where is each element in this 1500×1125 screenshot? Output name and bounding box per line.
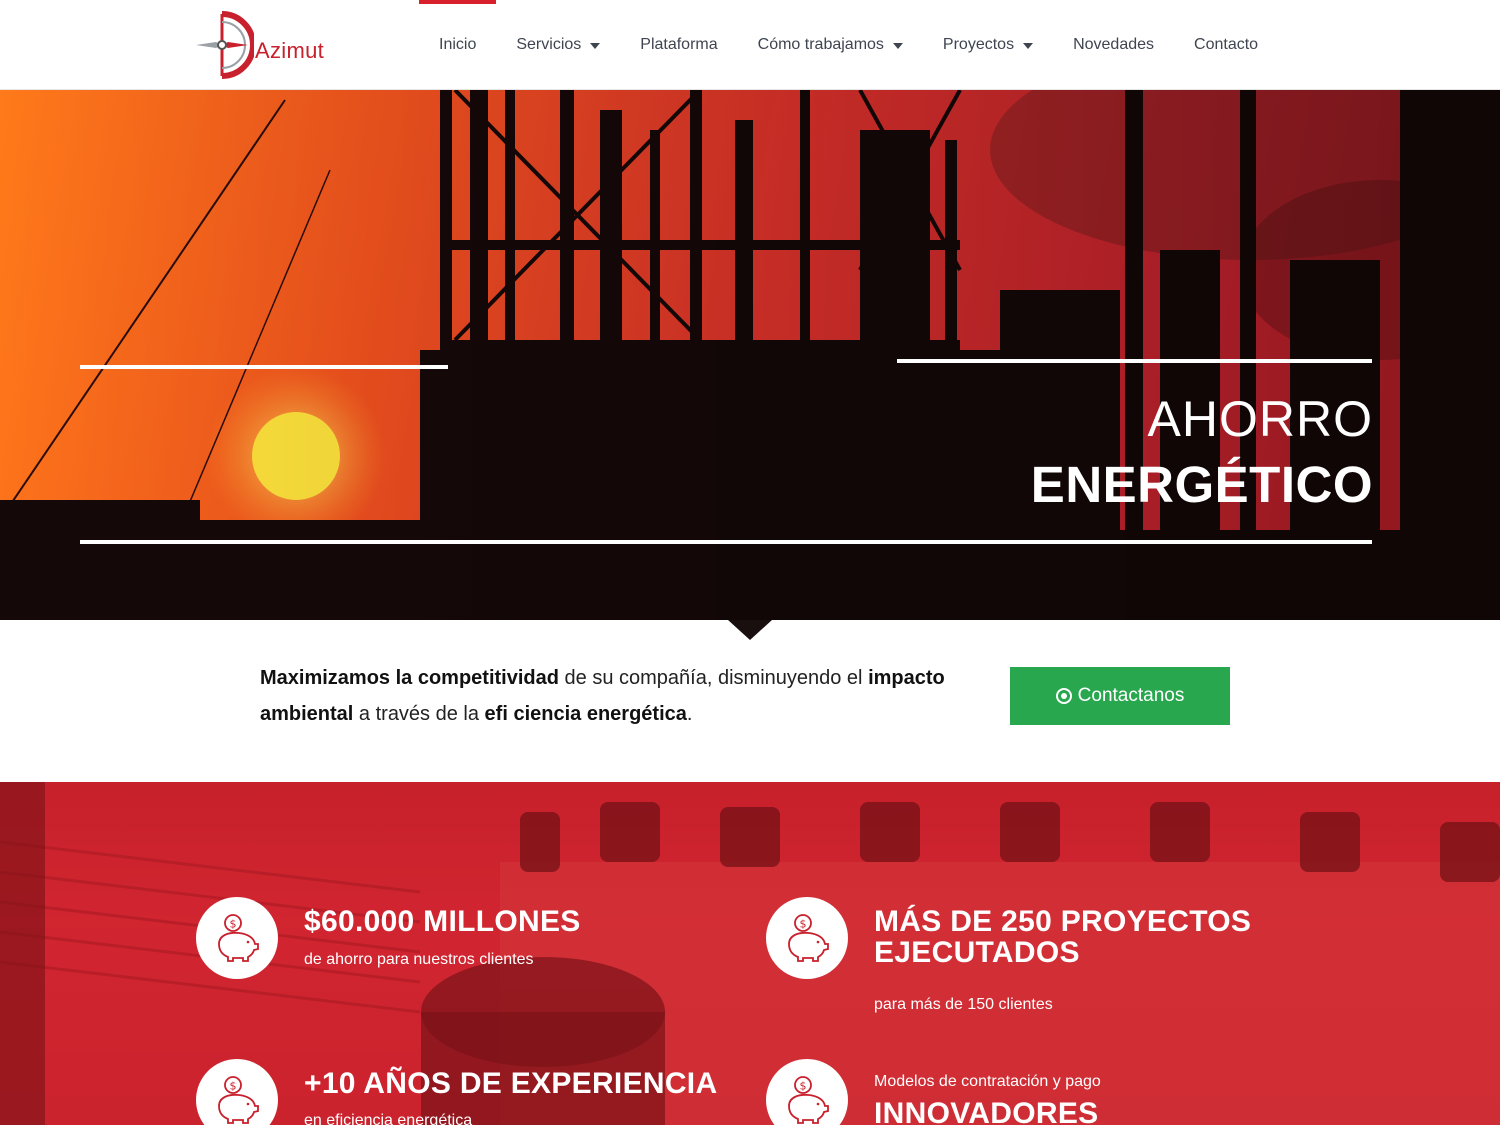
- nav-contacto[interactable]: Contacto: [1174, 0, 1278, 90]
- whatsapp-icon: [1055, 688, 1072, 704]
- nav-label: Plataforma: [640, 36, 718, 53]
- main-nav: Inicio Servicios Plataforma Cómo trabaja…: [419, 0, 1278, 90]
- stat-title-4: INNOVADORES: [874, 1097, 1099, 1125]
- nav-como-trabajamos[interactable]: Cómo trabajamos: [738, 0, 923, 90]
- stat-title-3: +10 AÑOS DE EXPERIENCIA: [304, 1067, 718, 1100]
- hero-divider-bottom: [80, 540, 1372, 544]
- nav-inicio[interactable]: Inicio: [419, 0, 497, 90]
- stat-subtitle-1: de ahorro para nuestros clientes: [304, 951, 534, 968]
- intro-text-3: .: [686, 703, 693, 725]
- piggy-bank-icon: $: [218, 914, 259, 962]
- brand-name: Azimut: [255, 38, 325, 63]
- nav-proyectos[interactable]: Proyectos: [923, 0, 1053, 90]
- nav-label: Inicio: [439, 36, 477, 53]
- hero-divider-top-left: [80, 365, 448, 369]
- intro-text: Maximizamos la competitividad de su comp…: [260, 660, 980, 732]
- nav-novedades[interactable]: Novedades: [1053, 0, 1174, 90]
- stat-title-2: MÁS DE 250 PROYECTOS EJECUTADOS: [874, 905, 1252, 969]
- svg-text:$: $: [230, 918, 237, 931]
- stat-title-1: $60.000 MILLONES: [304, 905, 581, 938]
- stat-icon-1: $: [196, 897, 278, 979]
- svg-text:$: $: [800, 1080, 807, 1093]
- contactanos-button[interactable]: Contactanos: [1010, 667, 1230, 725]
- contactanos-label: Contactanos: [1077, 685, 1185, 706]
- piggy-bank-icon: $: [788, 1076, 829, 1124]
- stat-subtitle-3: en eficiencia energética: [304, 1112, 473, 1125]
- intro-bold-1: Maximizamos la competitividad: [260, 667, 559, 689]
- stats-section: $ $60.000 MILLONES de ahorro para nuestr…: [0, 782, 1500, 1125]
- nav-label: Novedades: [1073, 36, 1155, 53]
- svg-text:$: $: [230, 1080, 237, 1093]
- hero-banner: AHORRO ENERGÉTICO: [0, 90, 1500, 620]
- stat-subtitle-2: para más de 150 clientes: [874, 996, 1053, 1013]
- piggy-bank-icon: $: [218, 1076, 259, 1124]
- hero-title-line1: AHORRO: [1147, 391, 1373, 447]
- piggy-bank-icon: $: [788, 914, 829, 962]
- nav-plataforma[interactable]: Plataforma: [620, 0, 737, 90]
- nav-label: Servicios: [516, 36, 582, 53]
- nav-label: Contacto: [1194, 36, 1259, 53]
- hero-notch: [728, 620, 772, 640]
- caret-down-icon: [1023, 43, 1034, 49]
- hero-title-line2: ENERGÉTICO: [1030, 456, 1373, 513]
- svg-text:$: $: [800, 918, 807, 931]
- intro-text-1: de su compañía, disminuyendo el: [558, 667, 869, 689]
- intro-text-2: a través de la: [353, 703, 485, 725]
- intro-bold-3: efi ciencia energética: [484, 703, 687, 725]
- caret-down-icon: [590, 43, 601, 49]
- hero-divider-top-right: [897, 359, 1372, 363]
- site-header: Azimut Inicio Servicios Plataforma Cómo …: [0, 0, 1500, 90]
- nav-label: Proyectos: [942, 36, 1015, 53]
- nav-label: Cómo trabajamos: [757, 36, 884, 53]
- caret-down-icon: [892, 43, 903, 49]
- stat-pretitle-4: Modelos de contratación y pago: [874, 1073, 1101, 1090]
- compass-logo-icon: [196, 11, 254, 79]
- stat-icon-2: $: [766, 897, 848, 979]
- nav-servicios[interactable]: Servicios: [496, 0, 620, 90]
- azimut-logo[interactable]: Azimut: [192, 10, 342, 80]
